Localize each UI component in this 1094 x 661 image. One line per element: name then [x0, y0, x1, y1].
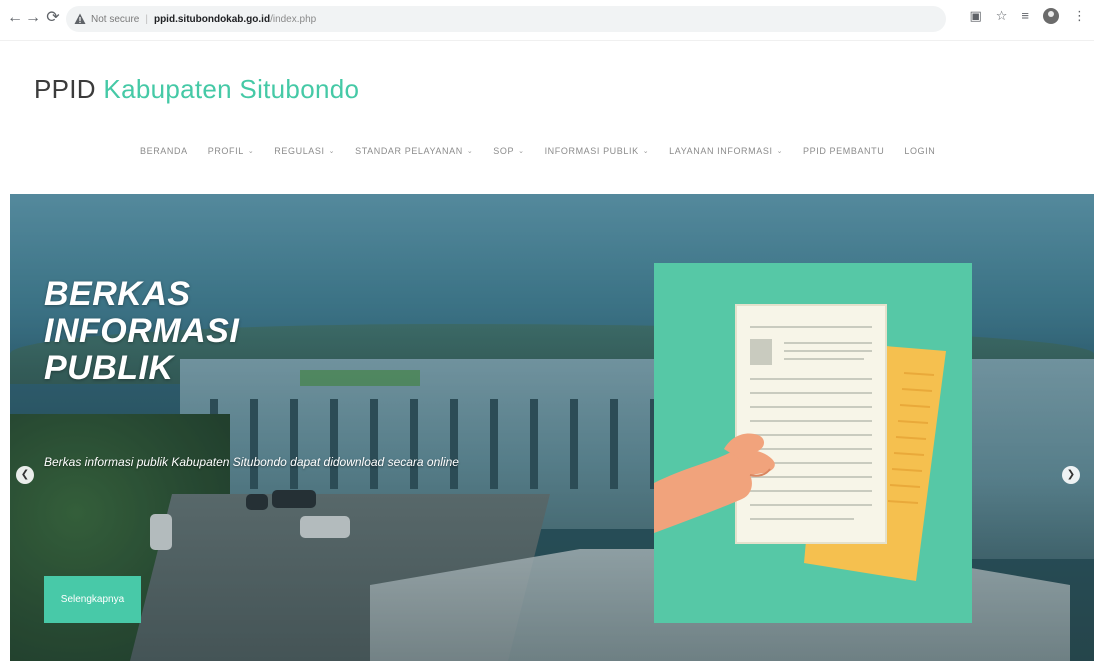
nav-item-label: INFORMASI PUBLIK [544, 146, 639, 156]
hero-slider: BERKAS INFORMASI PUBLIK Berkas informasi… [10, 194, 1094, 661]
slider-next-button[interactable]: ❯ [1062, 466, 1080, 484]
profile-icon[interactable] [1043, 8, 1059, 24]
translate-icon[interactable]: ▣ [969, 8, 981, 24]
nav-item-label: PROFIL [207, 146, 244, 156]
forward-icon[interactable]: → [22, 7, 44, 29]
read-more-button[interactable]: Selengkapnya [44, 576, 141, 623]
warning-icon [74, 13, 86, 25]
chevron-down-icon: ⌄ [247, 148, 255, 155]
nav-item-sop[interactable]: SOP ⌄ [493, 146, 524, 156]
star-icon[interactable]: ☆ [996, 8, 1008, 24]
reload-icon[interactable]: ⟳ [42, 7, 64, 29]
url-host: ppid.situbondokab.go.id [153, 13, 271, 25]
nav-item-beranda[interactable]: BERANDA [140, 146, 188, 156]
hero-heading-line: PUBLIK [44, 349, 174, 387]
nav-item-login[interactable]: LOGIN [904, 146, 935, 156]
security-status[interactable]: Not secure [91, 14, 139, 25]
nav-item-label: LOGIN [904, 146, 936, 156]
nav-item-label: REGULASI [274, 146, 325, 156]
more-icon[interactable]: ⋮ [1073, 8, 1086, 24]
nav-item-label: STANDAR PELAYANAN [355, 146, 463, 156]
slider-prev-button[interactable]: ❮ [16, 466, 34, 484]
nav-item-standar-pelayanan[interactable]: STANDAR PELAYANAN ⌄ [355, 146, 473, 156]
nav-item-label: PPID PEMBANTU [803, 146, 885, 156]
nav-item-profil[interactable]: PROFIL ⌄ [208, 146, 255, 156]
chevron-down-icon: ⌄ [642, 148, 650, 155]
document-hand-illustration [654, 304, 946, 581]
site-title[interactable]: PPID Kabupaten Situbondo [34, 74, 359, 105]
chevron-left-icon: ❮ [20, 469, 30, 480]
url-path: /index.php [270, 13, 317, 25]
nav-item-layanan-informasi[interactable]: LAYANAN INFORMASI ⌄ [669, 146, 783, 156]
document-illustration [654, 263, 972, 623]
chevron-down-icon: ⌄ [518, 148, 525, 155]
hero-heading-line: INFORMASI [44, 312, 240, 350]
chevron-right-icon: ❯ [1066, 469, 1076, 480]
nav-item-label: BERANDA [140, 146, 188, 156]
main-nav: BERANDA PROFIL ⌄ REGULASI ⌄ STANDAR PELA… [140, 142, 935, 160]
chevron-down-icon: ⌄ [328, 148, 336, 155]
address-separator: | [145, 13, 148, 25]
hero-description: Berkas informasi publik Kabupaten Situbo… [44, 455, 459, 469]
address-bar[interactable]: Not secure | ppid.situbondokab.go.id /in… [66, 6, 946, 32]
nav-item-informasi-publik[interactable]: INFORMASI PUBLIK ⌄ [545, 146, 650, 156]
browser-toolbar: ← → ⟳ Not secure | ppid.situbondokab.go.… [0, 0, 1094, 41]
nav-item-ppid-pembantu[interactable]: PPID PEMBANTU [803, 146, 884, 156]
chevron-down-icon: ⌄ [776, 148, 784, 155]
site-title-prefix: PPID [34, 74, 96, 104]
nav-item-label: LAYANAN INFORMASI [669, 146, 773, 156]
chevron-down-icon: ⌄ [466, 148, 474, 155]
browser-actions: ▣ ☆ ≡ ⋮ [969, 8, 1086, 24]
nav-item-label: SOP [493, 146, 515, 156]
photo-placeholder-icon [750, 339, 772, 365]
hero-heading: BERKAS INFORMASI PUBLIK [44, 276, 304, 387]
hero-heading-line: BERKAS [44, 275, 191, 313]
nav-item-regulasi[interactable]: REGULASI ⌄ [274, 146, 335, 156]
playlist-icon[interactable]: ≡ [1021, 8, 1029, 24]
site-title-accent: Kabupaten Situbondo [103, 74, 360, 104]
